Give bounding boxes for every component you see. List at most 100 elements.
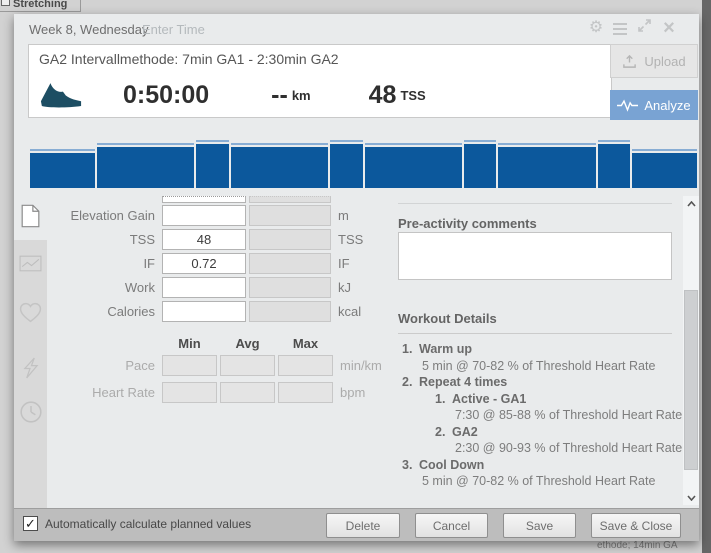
workout-segment-bar[interactable]: [632, 149, 697, 188]
workout-detail-item: 1.Warm up5 min @ 70-82 % of Threshold He…: [398, 341, 684, 374]
workout-details-list: 1.Warm up5 min @ 70-82 % of Threshold He…: [398, 341, 684, 490]
tss-input[interactable]: [162, 229, 246, 250]
workout-editor-modal: Week 8, Wednesday Enter Time ⚙ × GA2 Int…: [14, 14, 699, 541]
enter-time-link[interactable]: Enter Time: [142, 22, 205, 37]
calories-input[interactable]: [162, 301, 246, 322]
planned-duration: 0:50:00: [123, 81, 209, 110]
workout-summary-card: GA2 Intervallmethode: 7min GA1 - 2:30min…: [28, 44, 612, 118]
completed-value-box: [249, 277, 331, 298]
modal-header: Week 8, Wednesday Enter Time ⚙ ×: [14, 14, 699, 44]
workout-title: GA2 Intervallmethode: 7min GA1 - 2:30min…: [39, 51, 339, 67]
auto-calculate-label: Automatically calculate planned values: [45, 517, 251, 531]
save-button[interactable]: Save: [503, 513, 576, 538]
workout-segment-bar[interactable]: [365, 143, 462, 188]
screen: Stretching ethode; 14min GA Week 8, Wedn…: [0, 0, 711, 553]
detail-text: 7:30 @ 85-88 % of Threshold Heart Rate: [435, 407, 684, 424]
stat-unit-label: bpm: [340, 385, 365, 400]
background-right-strip: [702, 0, 711, 553]
clipped-input-row: [162, 196, 246, 203]
background-checkbox: [1, 0, 10, 6]
save-close-button[interactable]: Save & Close: [591, 513, 681, 538]
work-input[interactable]: [162, 277, 246, 298]
field-label: TSS: [25, 232, 155, 247]
workout-details-divider: [398, 333, 672, 334]
detail-title: GA2: [452, 425, 478, 439]
segment-intensity-cap: [30, 149, 95, 153]
background-calendar-fragment: Stretching: [0, 0, 90, 14]
modal-title: Week 8, Wednesday: [29, 22, 148, 37]
detail-text: 5 min @ 70-82 % of Threshold Heart Rate: [402, 473, 684, 490]
upload-icon: [622, 54, 637, 69]
pre-activity-comments-title: Pre-activity comments: [398, 216, 537, 231]
completed-value-box: [249, 253, 331, 274]
calendar-grid-line: [0, 11, 80, 12]
workout-segment-bar[interactable]: [598, 140, 630, 188]
stat-column-header: Max: [278, 336, 333, 351]
field-label: Work: [25, 280, 155, 295]
if-input[interactable]: [162, 253, 246, 274]
workout-details-title: Workout Details: [398, 311, 497, 326]
expand-icon[interactable]: [636, 19, 652, 37]
detail-title: Repeat 4 times: [419, 375, 507, 389]
close-icon[interactable]: ×: [661, 19, 677, 37]
scrollbar[interactable]: [683, 196, 699, 505]
pace-min-box: [162, 355, 217, 376]
field-label: Elevation Gain: [25, 208, 155, 223]
pace-avg-box: [220, 355, 275, 376]
unit-label: TSS: [338, 232, 363, 247]
gear-icon[interactable]: ⚙: [588, 19, 604, 37]
pace-max-box: [278, 355, 333, 376]
workout-segment-bar[interactable]: [97, 143, 194, 188]
detail-title: Cool Down: [419, 458, 484, 472]
waveform-icon: [617, 99, 638, 112]
segment-intensity-cap: [365, 143, 462, 147]
workout-detail-item: 3.Cool Down5 min @ 70-82 % of Threshold …: [398, 457, 684, 490]
unit-label: m: [338, 208, 349, 223]
calendar-grid-line: [80, 0, 81, 12]
stat-unit-label: min/km: [340, 358, 382, 373]
auto-calculate-checkbox[interactable]: ✓: [23, 516, 38, 531]
stat-column-header: Avg: [220, 336, 275, 351]
tss-unit: TSS: [400, 88, 425, 103]
workout-segment-bar[interactable]: [464, 140, 496, 188]
segment-intensity-cap: [498, 143, 595, 147]
heart-rate-min-box: [162, 382, 217, 403]
scrollbar-thumb[interactable]: [684, 290, 698, 470]
workout-segment-bar[interactable]: [498, 143, 595, 188]
workout-detail-item: 2.Repeat 4 times: [398, 374, 684, 391]
segment-intensity-cap: [330, 140, 362, 144]
workout-structure-graph: [30, 138, 697, 188]
stat-column-header: Min: [162, 336, 217, 351]
pre-activity-comments-input[interactable]: [398, 232, 672, 280]
completed-value-box: [249, 205, 331, 226]
detail-title: Active - GA1: [452, 392, 526, 406]
planned-distance: --: [271, 81, 288, 110]
completed-value-box: [249, 301, 331, 322]
distance-unit: km: [292, 88, 311, 103]
scroll-up-button[interactable]: [683, 196, 699, 211]
workout-segment-bar[interactable]: [30, 149, 95, 188]
cancel-button[interactable]: Cancel: [415, 513, 488, 538]
analyze-button[interactable]: Analyze: [610, 90, 698, 120]
stat-row-label: Pace: [25, 358, 155, 373]
clock-icon[interactable]: [14, 400, 47, 429]
unit-label: IF: [338, 256, 350, 271]
segment-intensity-cap: [464, 140, 496, 144]
scroll-down-button[interactable]: [683, 490, 699, 505]
delete-button[interactable]: Delete: [326, 513, 400, 538]
detail-text: 2:30 @ 90-93 % of Threshold Heart Rate: [435, 440, 684, 457]
workout-segment-bar[interactable]: [196, 140, 228, 188]
completed-value-box: [249, 229, 331, 250]
unit-label: kJ: [338, 280, 351, 295]
workout-segment-bar[interactable]: [330, 140, 362, 188]
elevation-gain-input[interactable]: [162, 205, 246, 226]
content-divider: [398, 203, 672, 204]
field-label: Calories: [25, 304, 155, 319]
stat-row-label: Heart Rate: [25, 385, 155, 400]
background-workout-label-bottom: ethode; 14min GA: [597, 540, 678, 551]
segment-intensity-cap: [97, 143, 194, 147]
workout-segment-bar[interactable]: [231, 143, 328, 188]
segment-intensity-cap: [598, 140, 630, 144]
running-shoe-icon: [39, 81, 83, 110]
menu-icon[interactable]: [613, 21, 627, 35]
